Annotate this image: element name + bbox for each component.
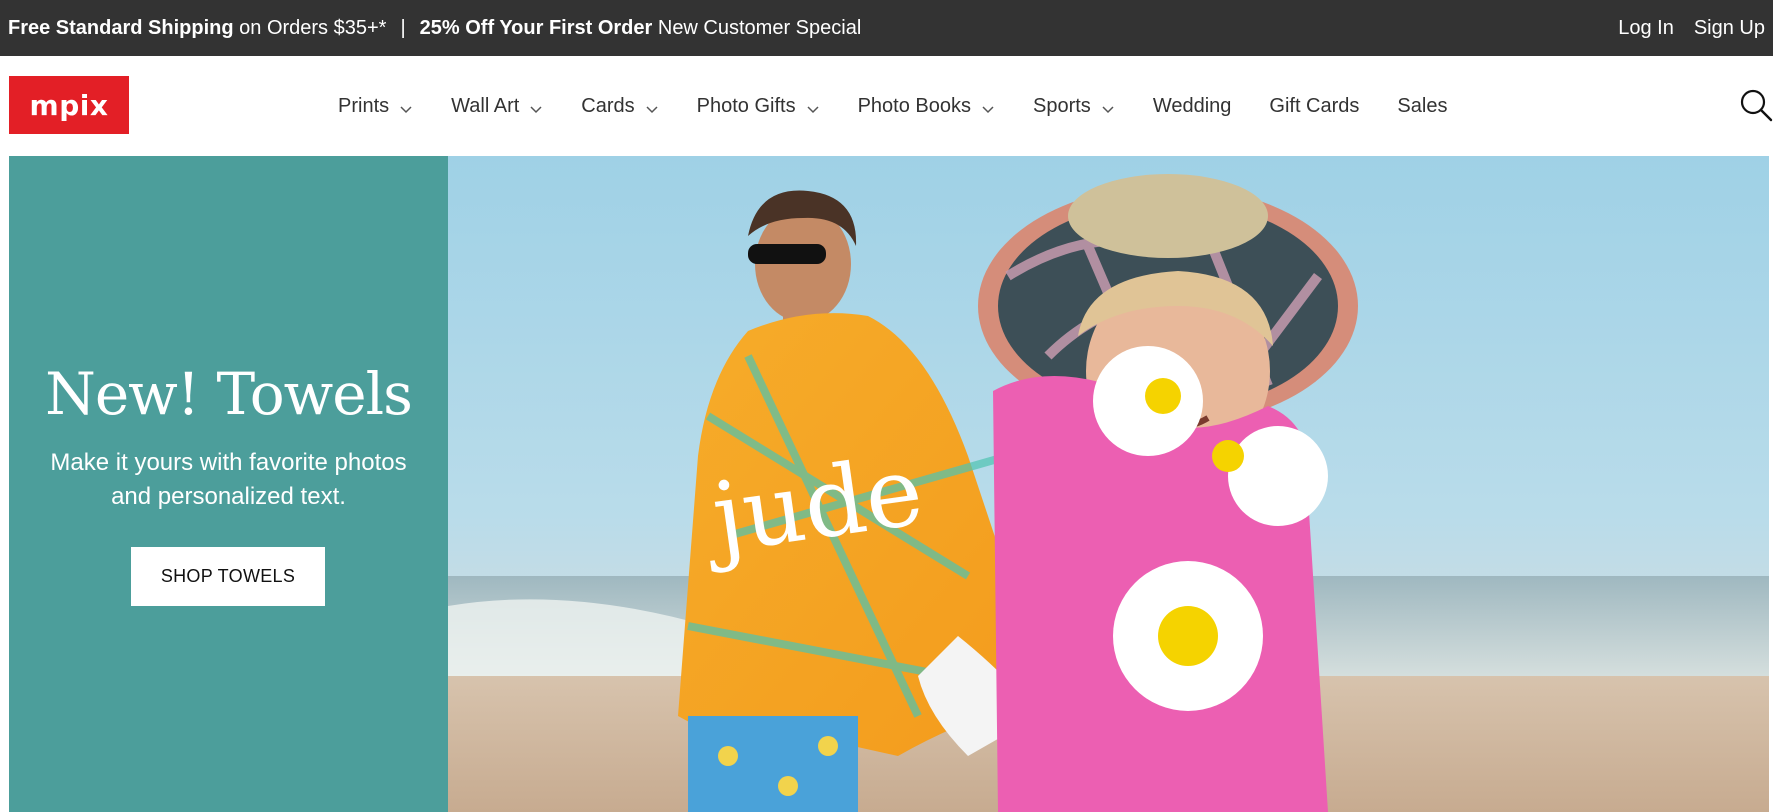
login-link[interactable]: Log In	[1618, 17, 1674, 40]
main-nav: Prints Wall Art Cards Photo Gifts Photo Book…	[338, 56, 1485, 156]
nav-item-sales[interactable]: Sales	[1397, 95, 1447, 118]
mpix-logo[interactable]: mpix	[9, 76, 129, 134]
account-links: Log In Sign Up	[1618, 17, 1765, 40]
site-header: mpix Prints Wall Art Cards Photo Gifts Photo…	[0, 56, 1773, 156]
chevron-down-icon	[981, 99, 995, 114]
chevron-down-icon	[645, 99, 659, 114]
nav-item-prints[interactable]: Prints	[338, 95, 413, 118]
hero-photo[interactable]: jude	[448, 156, 1769, 812]
nav-item-gift-cards[interactable]: Gift Cards	[1269, 95, 1359, 118]
hero-text-panel: New! Towels Make it yours with favorite …	[9, 156, 448, 812]
hero-subtitle: Make it yours with favorite photos and p…	[50, 449, 407, 510]
shop-towels-button[interactable]: SHOP TOWELS	[131, 547, 325, 606]
chevron-down-icon	[529, 99, 543, 114]
nav-item-label: Photo Gifts	[696, 94, 796, 117]
chevron-down-icon	[1101, 99, 1115, 114]
chevron-down-icon	[806, 99, 820, 114]
promo-separator: |	[400, 16, 406, 39]
nav-item-label: Sports	[1033, 94, 1091, 117]
nav-item-photo-books[interactable]: Photo Books	[858, 95, 995, 118]
nav-item-wall-art[interactable]: Wall Art	[451, 95, 543, 118]
nav-item-cards[interactable]: Cards	[581, 95, 658, 118]
hero-title: New! Towels	[45, 360, 413, 428]
nav-item-wedding[interactable]: Wedding	[1153, 95, 1232, 118]
search-icon[interactable]	[1739, 88, 1773, 122]
discount-offer-bold: 25% Off Your First Order	[419, 16, 653, 39]
promo-bar: Free Standard Shipping on Orders $35+* |…	[0, 0, 1773, 56]
promo-message: Free Standard Shipping on Orders $35+* |…	[8, 17, 861, 40]
hero-banner: New! Towels Make it yours with favorite …	[9, 156, 1769, 812]
shipping-offer-text: on Orders $35+*	[233, 16, 387, 39]
shipping-offer-bold: Free Standard Shipping	[8, 16, 234, 39]
nav-item-label: Cards	[581, 94, 635, 117]
chevron-down-icon	[399, 99, 413, 114]
nav-item-photo-gifts[interactable]: Photo Gifts	[697, 95, 820, 118]
discount-offer-text: New Customer Special	[652, 16, 862, 39]
girl-figure	[978, 174, 1358, 812]
nav-item-label: Sales	[1397, 94, 1448, 117]
nav-item-label: Wall Art	[451, 94, 520, 117]
nav-item-label: Prints	[338, 94, 390, 117]
nav-item-label: Gift Cards	[1269, 94, 1360, 117]
nav-item-label: Wedding	[1152, 94, 1232, 117]
nav-item-sports[interactable]: Sports	[1033, 95, 1115, 118]
signup-link[interactable]: Sign Up	[1694, 17, 1765, 40]
nav-item-label: Photo Books	[857, 94, 971, 117]
